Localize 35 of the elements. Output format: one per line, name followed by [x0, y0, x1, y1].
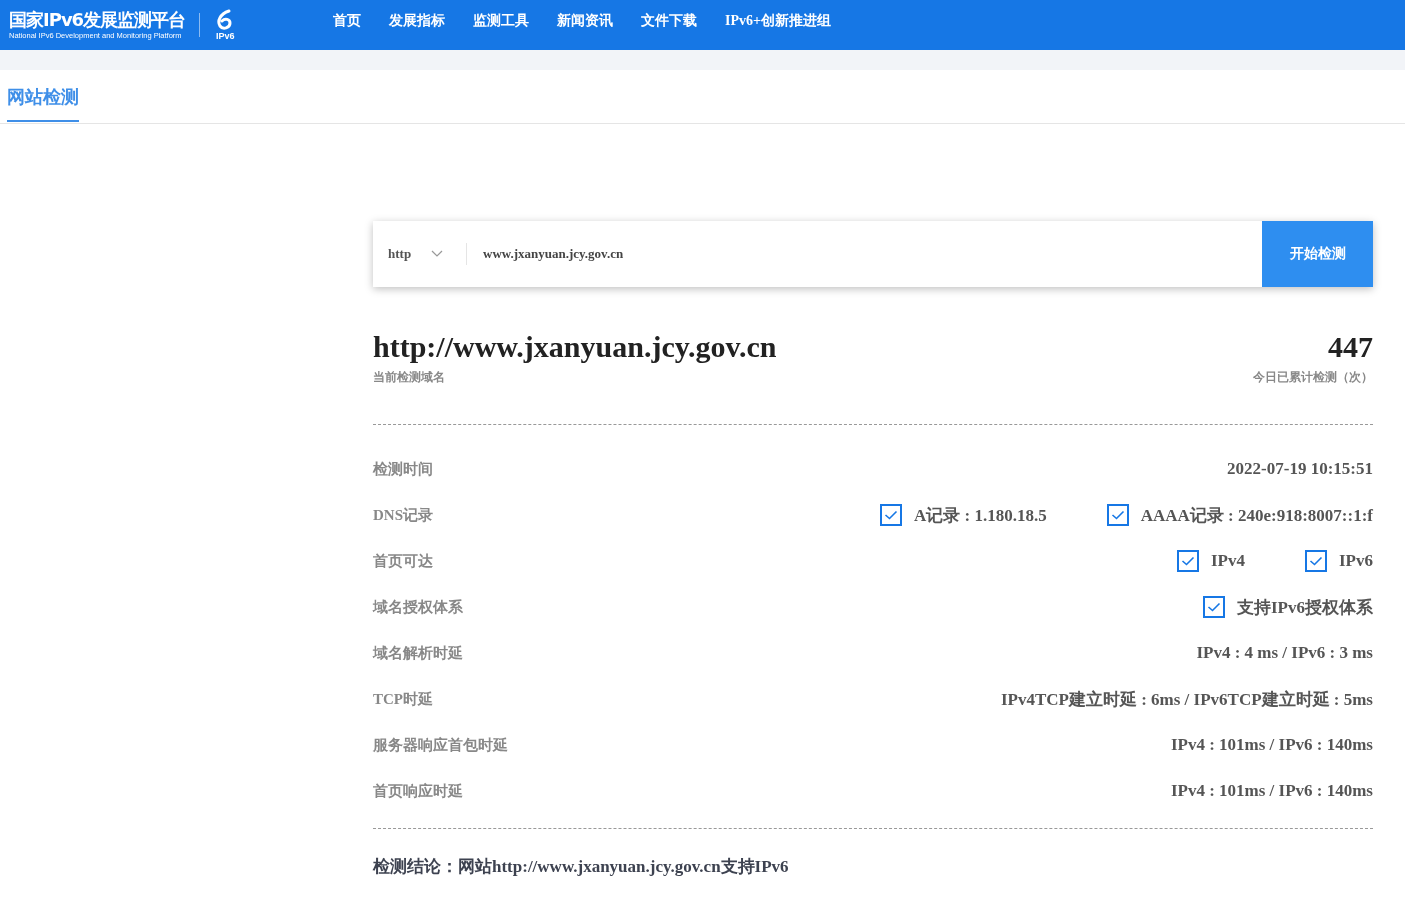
domain-caption: 当前检测域名 [373, 369, 446, 386]
nav-link[interactable]: 首页 [319, 12, 375, 30]
result-value: IPv4TCP建立时延 : 6ms / IPv6TCP建立时延 : 5ms [1000, 688, 1373, 711]
start-check-button[interactable]: 开始检测 [1262, 221, 1373, 287]
check-count: 447 [1328, 329, 1373, 365]
url-input[interactable]: www.jxanyuan.jcy.gov.cn [467, 221, 1262, 287]
result-label: 检测时间 [373, 459, 433, 479]
check-label: 支持IPv6授权体系 [1237, 596, 1373, 619]
result-label: 域名授权体系 [373, 597, 463, 617]
check-label: IPv6 [1339, 551, 1373, 571]
nav-link[interactable]: 文件下载 [627, 12, 711, 30]
result-label: 服务器响应首包时延 [373, 735, 508, 755]
chevron-down-icon [431, 250, 444, 258]
check-label: A记录 : 1.180.18.5 [914, 504, 1047, 527]
logo-title: 国家IPv6发展监测平台 [9, 9, 186, 31]
page-tab[interactable]: 网站检测 [7, 70, 79, 122]
result-label: 域名解析时延 [373, 643, 463, 663]
count-caption: 今日已累计检测（次） [1253, 369, 1373, 386]
nav-link[interactable]: 新闻资讯 [543, 12, 627, 30]
result-label: DNS记录 [373, 505, 433, 525]
result-value: 2022-07-19 10:15:51 [1227, 459, 1373, 479]
logo-badge-text: IPv6 [215, 31, 235, 41]
nav-link[interactable]: IPv6+创新推进组 [711, 12, 845, 30]
nav-link[interactable]: 监测工具 [459, 12, 543, 30]
result-value: IPv4 : 101ms / IPv6 : 140ms [1170, 781, 1373, 801]
result-value: IPv4 : 4 ms / IPv6 : 3 ms [1196, 643, 1373, 663]
result-value: IPv4 : 101ms / IPv6 : 140ms [1170, 735, 1373, 755]
check-label: IPv4 [1211, 551, 1245, 571]
result-label: 首页响应时延 [373, 781, 463, 801]
conclusion-text: 检测结论：网站http://www.jxanyuan.jcy.gov.cn支持IPv6 [373, 856, 790, 878]
result-label: TCP时延 [373, 689, 433, 709]
result-label: 首页可达 [373, 551, 433, 571]
check-label: AAAA记录 : 240e:918:8007::1:f [1140, 504, 1373, 527]
domain-text: http://www.jxanyuan.jcy.gov.cn [373, 329, 777, 365]
nav-link[interactable]: 发展指标 [375, 12, 459, 30]
